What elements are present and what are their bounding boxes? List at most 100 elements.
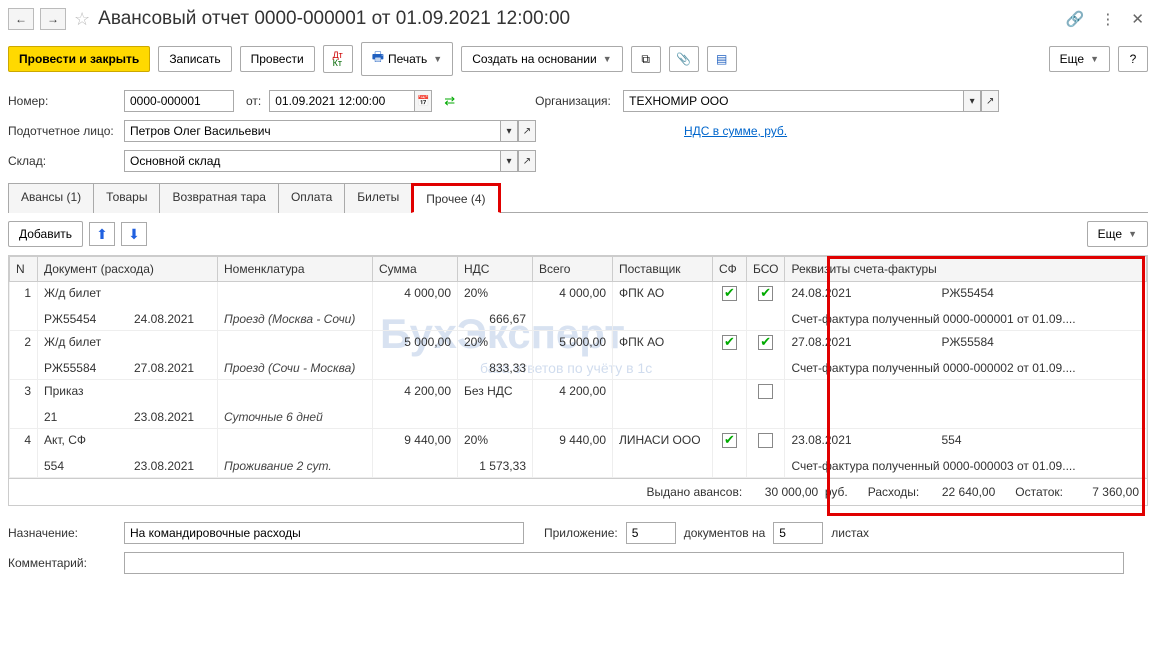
dt-kt-button[interactable]: ДтКт: [323, 45, 353, 73]
open-icon[interactable]: ↗: [518, 120, 536, 142]
tab-goods[interactable]: Товары: [93, 183, 160, 213]
cell-n: 3: [10, 380, 38, 407]
table-row-sub[interactable]: 55423.08.2021Проживание 2 сут.1 573,33Сч…: [10, 455, 1147, 478]
open-icon[interactable]: ↗: [518, 150, 536, 172]
totals-bar: Выдано авансов:30 000,00 руб. Расходы:22…: [8, 479, 1148, 506]
create-based-button[interactable]: Создать на основании▼: [461, 46, 622, 72]
report-button[interactable]: ▤: [707, 46, 737, 72]
print-button[interactable]: 🖶Печать▼: [361, 42, 454, 76]
dropdown-icon[interactable]: ▾: [963, 90, 981, 112]
cell-sf[interactable]: [713, 380, 747, 407]
move-up-button[interactable]: ⬆: [89, 222, 115, 246]
cell-doc: Приказ: [38, 380, 218, 407]
move-down-button[interactable]: ⬇: [121, 222, 147, 246]
dropdown-icon[interactable]: ▾: [500, 120, 518, 142]
cell-nomen: [218, 331, 373, 358]
checkbox-on-icon[interactable]: [758, 286, 773, 301]
cell-doc2: РЖ5558427.08.2021: [38, 357, 218, 380]
tab-other[interactable]: Прочее (4): [411, 183, 500, 213]
table-row[interactable]: 3Приказ4 200,00Без НДС4 200,00: [10, 380, 1147, 407]
tab-advances[interactable]: Авансы (1): [8, 183, 94, 213]
col-supplier[interactable]: Поставщик: [613, 257, 713, 282]
col-sf[interactable]: СФ: [713, 257, 747, 282]
cell-doc2: 55423.08.2021: [38, 455, 218, 478]
col-bso[interactable]: БСО: [747, 257, 785, 282]
nav-back-button[interactable]: ←: [8, 8, 34, 30]
col-n[interactable]: N: [10, 257, 38, 282]
checkbox-off-icon[interactable]: [758, 433, 773, 448]
cell-nomen: [218, 429, 373, 456]
cell-n: 2: [10, 331, 38, 358]
cell-supplier: ЛИНАСИ ООО: [613, 429, 713, 456]
purpose-input[interactable]: [124, 522, 524, 544]
more-button[interactable]: Еще▼: [1049, 46, 1110, 72]
checkbox-on-icon[interactable]: [758, 335, 773, 350]
person-input[interactable]: [124, 120, 500, 142]
att-sheets-input[interactable]: [773, 522, 823, 544]
tab-returnable[interactable]: Возвратная тара: [159, 183, 279, 213]
checkbox-off-icon[interactable]: [758, 384, 773, 399]
post-and-close-button[interactable]: Провести и закрыть: [8, 46, 150, 72]
favorite-star-icon[interactable]: ☆: [74, 9, 90, 30]
col-total[interactable]: Всего: [533, 257, 613, 282]
checkbox-on-icon[interactable]: [722, 433, 737, 448]
number-input[interactable]: [124, 90, 234, 112]
table-row[interactable]: 4Акт, СФ9 440,0020%9 440,00ЛИНАСИ ООО23.…: [10, 429, 1147, 456]
post-button[interactable]: Провести: [240, 46, 315, 72]
table-row[interactable]: 2Ж/д билет5 000,0020%5 000,00ФПК АО27.08…: [10, 331, 1147, 358]
cell-sum: 9 440,00: [373, 429, 458, 456]
cell-sf[interactable]: [713, 282, 747, 309]
col-nomen[interactable]: Номенклатура: [218, 257, 373, 282]
cell-nomen2: Проживание 2 сут.: [218, 455, 373, 478]
table-more-button[interactable]: Еще▼: [1087, 221, 1148, 247]
cell-vat-rate: 20%: [458, 331, 533, 358]
table-row-sub[interactable]: РЖ5545424.08.2021Проезд (Москва - Сочи)6…: [10, 308, 1147, 331]
att-docs-input[interactable]: [626, 522, 676, 544]
kebab-menu-icon[interactable]: ⋮: [1096, 8, 1119, 30]
checkbox-on-icon[interactable]: [722, 286, 737, 301]
vat-mode-link[interactable]: НДС в сумме, руб.: [684, 124, 787, 138]
close-icon[interactable]: ✕: [1127, 8, 1148, 30]
tabs: Авансы (1) Товары Возвратная тара Оплата…: [8, 182, 1148, 213]
chevron-down-icon: ▼: [433, 54, 442, 64]
help-button[interactable]: ?: [1118, 46, 1148, 72]
calendar-icon[interactable]: 📅: [414, 90, 432, 112]
organization-input[interactable]: [623, 90, 963, 112]
table-row-sub[interactable]: 2123.08.2021Суточные 6 дней: [10, 406, 1147, 429]
cell-bso[interactable]: [747, 282, 785, 309]
table-row[interactable]: 1Ж/д билет4 000,0020%4 000,00ФПК АО24.08…: [10, 282, 1147, 309]
warehouse-input[interactable]: [124, 150, 500, 172]
cell-supplier: ФПК АО: [613, 331, 713, 358]
add-row-button[interactable]: Добавить: [8, 221, 83, 247]
cell-bso[interactable]: [747, 380, 785, 407]
dropdown-icon[interactable]: ▾: [500, 150, 518, 172]
attach-button[interactable]: 📎: [669, 46, 699, 72]
tab-payment[interactable]: Оплата: [278, 183, 345, 213]
col-req[interactable]: Реквизиты счета-фактуры: [785, 257, 1147, 282]
date-input[interactable]: [269, 90, 414, 112]
cell-vat-rate: 20%: [458, 282, 533, 309]
cell-total: 4 000,00: [533, 282, 613, 309]
tab-tickets[interactable]: Билеты: [344, 183, 412, 213]
open-icon[interactable]: ↗: [981, 90, 999, 112]
cell-sf[interactable]: [713, 331, 747, 358]
checkbox-on-icon[interactable]: [722, 335, 737, 350]
number-label: Номер:: [8, 94, 116, 108]
cell-bso[interactable]: [747, 429, 785, 456]
cell-n: 1: [10, 282, 38, 309]
col-sum[interactable]: Сумма: [373, 257, 458, 282]
link-icon[interactable]: 🔗: [1062, 8, 1089, 30]
nav-forward-button[interactable]: →: [40, 8, 66, 30]
related-docs-button[interactable]: ⧉: [631, 46, 661, 73]
cell-doc: Акт, СФ: [38, 429, 218, 456]
table-row-sub[interactable]: РЖ5558427.08.2021Проезд (Сочи - Москва)8…: [10, 357, 1147, 380]
col-vat[interactable]: НДС: [458, 257, 533, 282]
cell-nomen2: Проезд (Сочи - Москва): [218, 357, 373, 380]
col-doc[interactable]: Документ (расхода): [38, 257, 218, 282]
cell-nomen: [218, 282, 373, 309]
save-button[interactable]: Записать: [158, 46, 231, 72]
cell-req: [785, 380, 1147, 407]
comment-input[interactable]: [124, 552, 1124, 574]
cell-bso[interactable]: [747, 331, 785, 358]
cell-sf[interactable]: [713, 429, 747, 456]
